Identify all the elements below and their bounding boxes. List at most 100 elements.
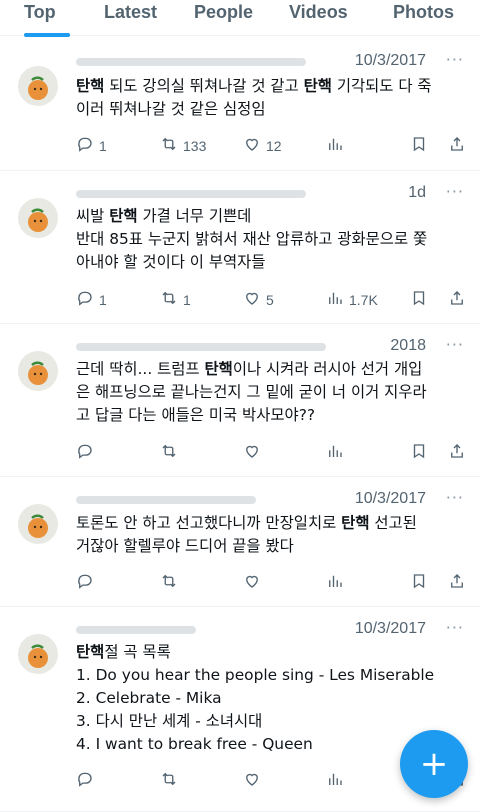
tweet[interactable]: 2018 ··· 근데 딱히... 트럼프 탄핵이나 시켜라 러시아 선거 개입은 … (0, 325, 480, 477)
share-button[interactable] (448, 135, 466, 156)
text-segment: 고 답글 다는 애들은 미국 박사모야?? (76, 406, 316, 424)
avatar[interactable] (18, 66, 58, 106)
tweet[interactable]: 10/3/2017 ··· 탄핵 되도 강의실 뛰쳐나갈 것 같고 탄핵 기각되도 … (0, 38, 480, 171)
compose-tweet-button[interactable]: + (400, 730, 468, 798)
share-icon (448, 572, 466, 593)
tweet-date: 2018 (390, 337, 426, 354)
retweet-button[interactable]: 133 (160, 135, 206, 156)
views-button[interactable] (326, 135, 349, 156)
tab-latest[interactable]: Latest (104, 2, 157, 23)
bookmark-button[interactable] (410, 135, 428, 156)
tweet[interactable]: 10/3/2017 ··· 토론도 안 하고 선고했다니까 만장일치로 탄핵 선고된… (0, 478, 480, 607)
like-button[interactable] (243, 572, 266, 593)
reply-button[interactable] (76, 770, 99, 791)
views-button[interactable] (326, 770, 349, 791)
like-button[interactable] (243, 770, 266, 791)
tweet-line: 1. Do you hear the people sing - Les Mis… (76, 664, 470, 687)
text-segment: 3. 다시 만난 세계 - 소녀시대 (76, 712, 263, 730)
tweet-line: 은 해프닝으로 끝나는건지 그 밑에 굳이 너 이거 지우라 (76, 381, 470, 404)
tweet-header: 10/3/2017 ··· (76, 488, 464, 510)
tweet-text: 탄핵 되도 강의실 뛰쳐나갈 것 같고 탄핵 기각되도 다 죽이러 뛰쳐나갈 것… (76, 75, 470, 121)
avatar[interactable] (18, 198, 58, 238)
active-tab-indicator (24, 33, 70, 37)
reply-icon (76, 135, 94, 156)
reply-icon (76, 289, 94, 310)
like-icon (243, 572, 261, 593)
tweet-line: 토론도 안 하고 선고했다니까 만장일치로 탄핵 선고된 (76, 512, 470, 535)
retweet-button[interactable] (160, 770, 183, 791)
tweet-line: 3. 다시 만난 세계 - 소녀시대 (76, 710, 470, 733)
tab-videos[interactable]: Videos (289, 2, 348, 23)
tweet[interactable]: 1d ··· 씨발 탄핵 가결 너무 기쁜데 반대 85표 누군지 밝혀서 재산 압류… (0, 172, 480, 324)
reply-icon (76, 442, 94, 463)
tab-top[interactable]: Top (24, 2, 56, 23)
share-icon (448, 289, 466, 310)
more-options-icon[interactable]: ··· (446, 488, 464, 507)
bookmark-button[interactable] (410, 442, 428, 463)
highlighted-keyword: 탄핵 (76, 643, 105, 661)
reply-button[interactable]: 1 (76, 135, 107, 156)
retweet-button[interactable]: 1 (160, 289, 191, 310)
more-options-icon[interactable]: ··· (446, 50, 464, 69)
tweet-date: 10/3/2017 (354, 490, 426, 507)
tweet-line: 고 답글 다는 애들은 미국 박사모야?? (76, 404, 470, 427)
text-segment: 은 해프닝으로 끝나는건지 그 밑에 굳이 너 이거 지우라 (76, 383, 427, 401)
plus-icon: + (419, 744, 449, 784)
redacted-username[interactable] (76, 58, 306, 66)
share-button[interactable] (448, 289, 466, 310)
share-icon (448, 135, 466, 156)
text-segment: 이러 뛰쳐나갈 것 같은 심정임 (76, 100, 266, 118)
tweet-date: 10/3/2017 (354, 52, 426, 69)
retweet-icon (160, 572, 178, 593)
text-segment: 아내야 할 것이다 이 부역자들 (76, 253, 266, 271)
views-button[interactable] (326, 572, 349, 593)
more-options-icon[interactable]: ··· (446, 335, 464, 354)
retweet-icon (160, 770, 178, 791)
tweet-line: 탄핵 되도 강의실 뛰쳐나갈 것 같고 탄핵 기각되도 다 죽 (76, 75, 470, 98)
tweet-actions (76, 572, 470, 594)
reply-button[interactable] (76, 442, 99, 463)
like-button[interactable]: 5 (243, 289, 274, 310)
views-icon (326, 289, 344, 310)
text-segment: 기각되도 다 죽 (331, 77, 432, 95)
more-options-icon[interactable]: ··· (446, 182, 464, 201)
tab-people[interactable]: People (194, 2, 253, 23)
tab-photos[interactable]: Photos (393, 2, 454, 23)
views-icon (326, 770, 344, 791)
tweet-line: 거잖아 할렐루야 드디어 끝을 봤다 (76, 535, 470, 558)
redacted-username[interactable] (76, 496, 256, 504)
reply-button[interactable]: 1 (76, 289, 107, 310)
retweet-icon (160, 289, 178, 310)
redacted-username[interactable] (76, 343, 326, 351)
avatar[interactable] (18, 634, 58, 674)
text-segment: 반대 85표 누군지 밝혀서 재산 압류하고 광화문으로 쫓 (76, 230, 428, 248)
tweet-line: 근데 딱히... 트럼프 탄핵이나 시켜라 러시아 선거 개입 (76, 358, 470, 381)
tweet-header: 1d ··· (76, 182, 464, 204)
more-options-icon[interactable]: ··· (446, 618, 464, 637)
views-button[interactable]: 1.7K (326, 289, 378, 310)
text-segment: 가결 너무 기쁜데 (137, 207, 252, 225)
bookmark-button[interactable] (410, 289, 428, 310)
share-icon (448, 442, 466, 463)
like-button[interactable]: 12 (243, 135, 282, 156)
avatar[interactable] (18, 351, 58, 391)
share-button[interactable] (448, 572, 466, 593)
avatar[interactable] (18, 504, 58, 544)
like-button[interactable] (243, 442, 266, 463)
retweet-button[interactable] (160, 442, 183, 463)
tweet-header: 10/3/2017 ··· (76, 618, 464, 640)
text-segment: 거잖아 할렐루야 드디어 끝을 봤다 (76, 537, 294, 555)
bookmark-button[interactable] (410, 572, 428, 593)
tweet-date: 1d (408, 184, 426, 201)
tweet-text: 근데 딱히... 트럼프 탄핵이나 시켜라 러시아 선거 개입은 해프닝으로 끝… (76, 358, 470, 427)
retweet-button[interactable] (160, 572, 183, 593)
retweet-icon (160, 442, 178, 463)
share-button[interactable] (448, 442, 466, 463)
tweet-header: 2018 ··· (76, 335, 464, 357)
reply-button[interactable] (76, 572, 99, 593)
tweet-line: 탄핵절 곡 목록 (76, 641, 470, 664)
views-button[interactable] (326, 442, 349, 463)
redacted-username[interactable] (76, 626, 196, 634)
reply-count: 1 (99, 291, 107, 308)
redacted-username[interactable] (76, 190, 306, 198)
